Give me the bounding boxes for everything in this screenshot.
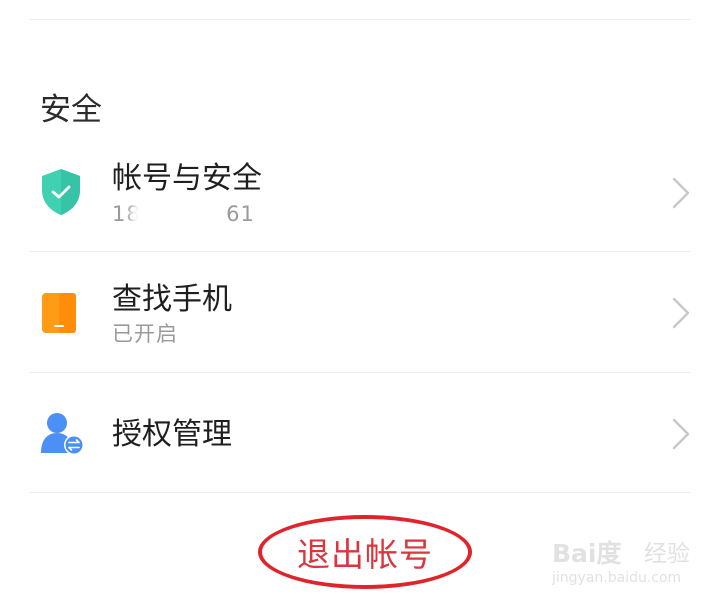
section-title: 安全 xyxy=(40,92,102,128)
row-divider xyxy=(30,492,690,493)
user-authorization-icon xyxy=(40,411,86,461)
chevron-right-icon xyxy=(670,417,692,455)
row-title: 授权管理 xyxy=(112,417,232,452)
logout-label: 退出帐号 xyxy=(297,535,433,574)
baidu-watermark: Bai度 经验 jingyan.baidu.com xyxy=(552,534,702,594)
account-security-row[interactable]: 帐号与安全 18 61 xyxy=(0,150,720,250)
top-divider xyxy=(30,19,690,20)
phone-suffix: 61 xyxy=(226,202,255,226)
privacy-blur xyxy=(130,200,216,230)
find-phone-row[interactable]: 查找手机 已开启 xyxy=(0,252,720,372)
logout-button[interactable]: 退出帐号 xyxy=(258,515,472,589)
chevron-right-icon xyxy=(670,296,692,334)
watermark-logo-suffix: 经验 xyxy=(644,541,690,567)
row-subtitle: 18 61 xyxy=(112,200,272,230)
shield-check-icon xyxy=(40,168,82,220)
row-subtitle: 已开启 xyxy=(112,322,178,346)
phone-icon xyxy=(40,292,80,338)
watermark-logo: Bai度 xyxy=(552,539,622,568)
row-title: 查找手机 xyxy=(112,282,232,317)
chevron-right-icon xyxy=(670,176,692,214)
authorization-row[interactable]: 授权管理 xyxy=(0,373,720,491)
watermark-url: jingyan.baidu.com xyxy=(552,570,682,586)
row-title: 帐号与安全 xyxy=(112,161,262,196)
